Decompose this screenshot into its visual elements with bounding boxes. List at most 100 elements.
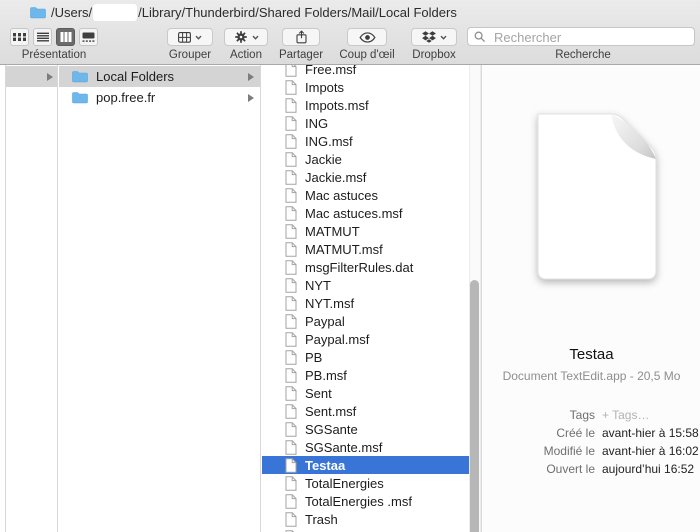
file-name: msgFilterRules.dat	[305, 260, 413, 275]
grid-view-icon	[13, 32, 26, 42]
column-divider[interactable]	[5, 65, 6, 532]
file-row[interactable]: Mac astuces.msf	[262, 204, 481, 222]
file-row[interactable]: Impots.msf	[262, 96, 481, 114]
file-row[interactable]: PB	[262, 348, 481, 366]
column-divider[interactable]	[57, 65, 58, 532]
action-button[interactable]	[224, 28, 268, 46]
file-row[interactable]: ING.msf	[262, 132, 481, 150]
file-row[interactable]: MATMUT	[262, 222, 481, 240]
column-divider[interactable]	[260, 65, 261, 532]
file-row[interactable]: SGSante	[262, 420, 481, 438]
document-icon	[285, 134, 297, 149]
file-row[interactable]: Testaa	[262, 456, 474, 474]
file-row[interactable]: Jackie	[262, 150, 481, 168]
file-name: Paypal.msf	[305, 332, 369, 347]
file-name: Trash	[305, 512, 338, 527]
file-row[interactable]: MATMUT.msf	[262, 240, 481, 258]
scrollbar-thumb[interactable]	[470, 280, 479, 532]
file-row[interactable]: Sent.msf	[262, 402, 481, 420]
file-row[interactable]: SGSante.msf	[262, 438, 481, 456]
search-field[interactable]	[467, 27, 695, 46]
action-button-label: Action	[230, 49, 262, 61]
search-label: Recherche	[555, 49, 611, 61]
document-icon	[285, 206, 297, 221]
file-row[interactable]: TotalEnergies .msf	[262, 492, 481, 510]
file-name: MATMUT.msf	[305, 242, 383, 257]
file-name: Impots	[305, 80, 344, 95]
document-icon	[285, 458, 297, 473]
path-prefix: /Users/	[51, 5, 92, 20]
dropbox-button-label: Dropbox	[412, 49, 455, 61]
file-name: TotalEnergies .msf	[305, 494, 412, 509]
document-icon	[285, 332, 297, 347]
chevron-right-icon	[248, 73, 254, 81]
chevron-right-icon	[248, 94, 254, 102]
file-row[interactable]: Sent	[262, 384, 481, 402]
document-icon	[285, 98, 297, 113]
document-icon	[285, 242, 297, 257]
files-column: Free.msf Impots Impots.msf ING ING.msf J…	[262, 65, 481, 532]
file-row[interactable]: NYT	[262, 276, 481, 294]
column-divider[interactable]	[481, 65, 482, 532]
group-button[interactable]	[167, 28, 213, 46]
column-browser: Local Folders pop.free.fr Free.msf Impot…	[0, 65, 700, 532]
file-name: ING	[305, 116, 328, 131]
folders-column: Local Folders pop.free.fr	[59, 66, 260, 532]
file-name: SGSante.msf	[305, 440, 382, 455]
column-view-button[interactable]	[56, 28, 75, 46]
eye-icon	[359, 32, 376, 43]
document-icon	[285, 278, 297, 293]
folder-name: Local Folders	[96, 69, 174, 84]
document-icon	[285, 188, 297, 203]
gallery-view-button[interactable]	[79, 28, 98, 46]
folder-icon	[72, 70, 88, 83]
add-tags-field[interactable]: + Tags…	[602, 409, 699, 422]
search-input[interactable]	[492, 28, 692, 47]
file-row[interactable]: Paypal	[262, 312, 481, 330]
document-icon	[285, 422, 297, 437]
metadata-label: Ouvert le	[483, 463, 595, 476]
file-name: Jackie	[305, 152, 342, 167]
file-name: Mac astuces.msf	[305, 206, 403, 221]
file-row[interactable]: NYT.msf	[262, 294, 481, 312]
file-row[interactable]: Impots	[262, 78, 481, 96]
parent-column-selected-row[interactable]	[6, 66, 57, 87]
chevron-down-icon	[252, 35, 259, 40]
path-suffix: /Library/Thunderbird/Shared Folders/Mail…	[138, 5, 457, 20]
file-row[interactable]	[262, 528, 481, 532]
folder-row[interactable]: Local Folders	[59, 66, 260, 87]
file-row[interactable]: PB.msf	[262, 366, 481, 384]
file-row[interactable]: Free.msf	[262, 65, 481, 78]
file-row[interactable]: TotalEnergies	[262, 474, 481, 492]
file-name: NYT	[305, 278, 331, 293]
file-row[interactable]: Trash	[262, 510, 481, 528]
file-name: Paypal	[305, 314, 345, 329]
preview-file-kind-size: Document TextEdit.app - 20,5 Mo	[483, 369, 700, 383]
file-row[interactable]: Jackie.msf	[262, 168, 481, 186]
file-row[interactable]: msgFilterRules.dat	[262, 258, 481, 276]
column-view-icon	[60, 32, 72, 42]
metadata-value: avant-hier à 15:58	[602, 427, 699, 440]
document-icon	[285, 350, 297, 365]
metadata-value: avant-hier à 16:02	[602, 445, 699, 458]
titlebar: /Users/ /Library/Thunderbird/Shared Fold…	[0, 0, 700, 24]
icon-view-button[interactable]	[10, 28, 29, 46]
file-name: Testaa	[305, 458, 345, 473]
search-icon	[474, 31, 486, 43]
file-name: SGSante	[305, 422, 358, 437]
folder-row[interactable]: pop.free.fr	[59, 87, 260, 108]
quicklook-button[interactable]	[347, 28, 387, 46]
quicklook-button-label: Coup d'œil	[339, 49, 394, 61]
document-icon	[285, 224, 297, 239]
file-name: Sent	[305, 386, 332, 401]
dropbox-button[interactable]	[411, 28, 457, 46]
file-row[interactable]: Mac astuces	[262, 186, 481, 204]
list-view-button[interactable]	[33, 28, 52, 46]
file-row[interactable]: Paypal.msf	[262, 330, 481, 348]
document-icon	[285, 260, 297, 275]
document-icon	[285, 296, 297, 311]
window-header: /Users/ /Library/Thunderbird/Shared Fold…	[0, 0, 700, 65]
file-name: Sent.msf	[305, 404, 356, 419]
file-row[interactable]: ING	[262, 114, 481, 132]
share-button[interactable]	[282, 28, 320, 46]
